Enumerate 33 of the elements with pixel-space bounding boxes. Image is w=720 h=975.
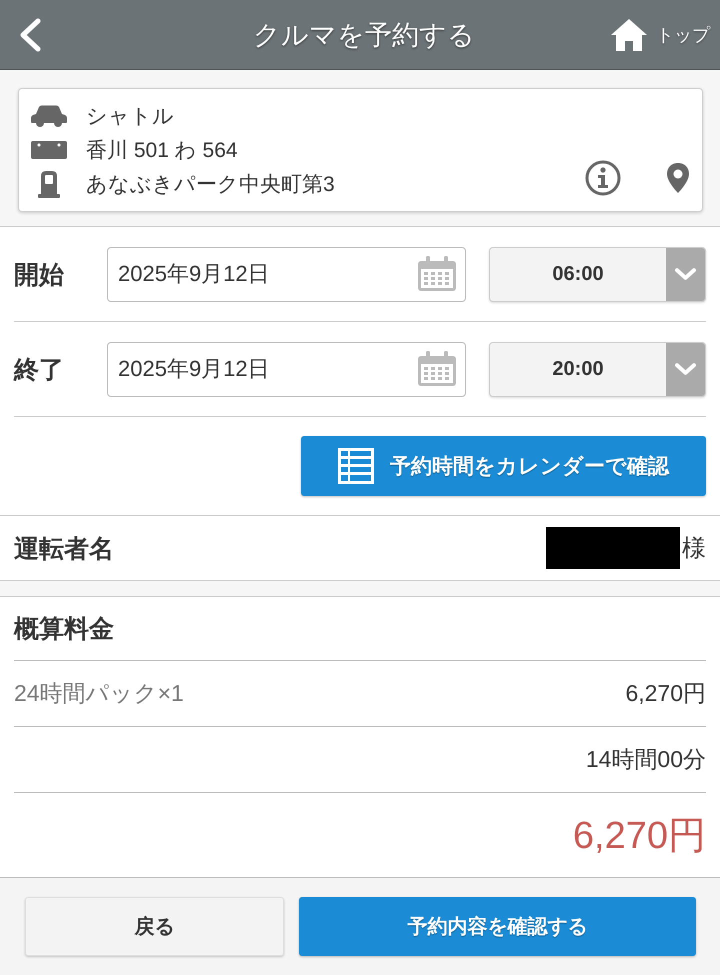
- confirm-button[interactable]: 予約内容を確認する: [299, 897, 696, 956]
- fuel-pump-icon: [38, 170, 60, 198]
- total-price: 6,270円: [572, 814, 706, 858]
- date-field[interactable]: 2025年9月12日: [107, 246, 466, 302]
- calendar-icon: [417, 351, 457, 387]
- date-field[interactable]: 2025年9月12日: [107, 342, 466, 396]
- back-button[interactable]: 戻る: [25, 897, 284, 956]
- fare-estimate-title: 概算料金: [14, 614, 114, 645]
- top-link[interactable]: トップ: [580, 18, 710, 52]
- honorific-text: 様: [682, 534, 706, 564]
- license-plate-icon: [31, 141, 67, 159]
- calendar-icon: [417, 256, 457, 292]
- vehicle-info-text: あなぶきパーク中央町第3: [86, 172, 335, 198]
- vehicle-info-text: シャトル: [86, 104, 174, 130]
- time-select[interactable]: 20:00: [489, 342, 706, 396]
- car-icon: [30, 105, 68, 127]
- plan-label: 24時間パック×1: [14, 679, 184, 708]
- duration-text: 14時間00分: [586, 745, 706, 774]
- map-pin-icon[interactable]: [666, 162, 690, 194]
- calendar-check-button[interactable]: 予約時間をカレンダーで確認: [301, 436, 706, 496]
- schedule-label: 開始: [14, 260, 65, 290]
- plan-price: 6,270円: [625, 679, 706, 708]
- schedule-label: 終了: [14, 354, 65, 386]
- info-icon[interactable]: [585, 160, 621, 196]
- home-icon: [610, 18, 648, 52]
- list-icon: [338, 448, 374, 484]
- back-chevron-icon[interactable]: [18, 18, 42, 52]
- page-title: クルマを予約する: [252, 18, 476, 52]
- vehicle-info-text: 香川 501 わ 564: [86, 138, 238, 164]
- time-select[interactable]: 06:00: [489, 246, 706, 302]
- chevron-down-icon: [666, 342, 705, 396]
- driver-name-label: 運転者名: [14, 534, 114, 564]
- chevron-down-icon: [666, 248, 705, 300]
